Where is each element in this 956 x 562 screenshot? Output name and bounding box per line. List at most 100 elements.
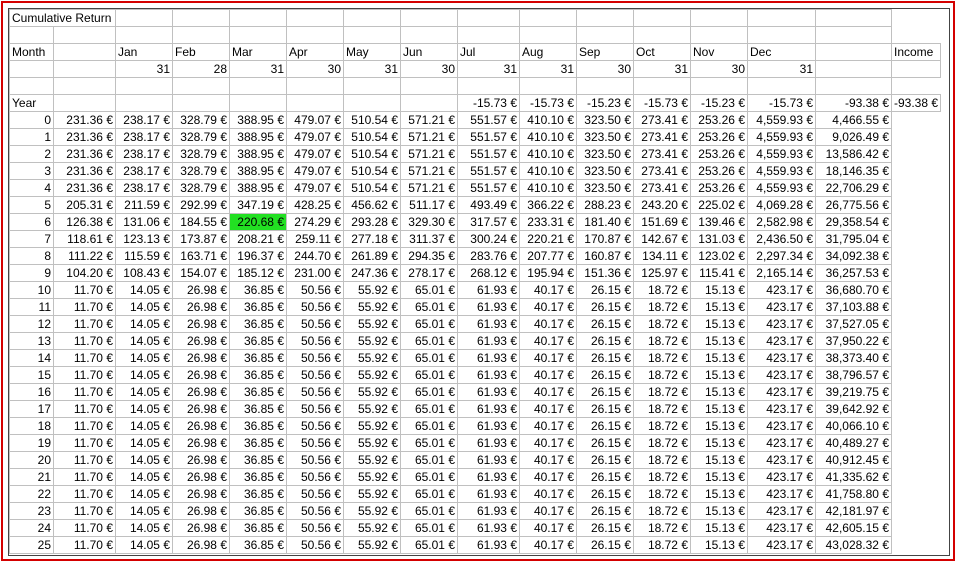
value-cell[interactable]: 50.56 € <box>286 349 344 367</box>
value-cell[interactable]: 347.19 € <box>229 196 287 214</box>
empty-cell[interactable] <box>172 26 230 44</box>
value-cell[interactable]: 26.15 € <box>576 349 634 367</box>
empty-cell[interactable] <box>9 60 54 78</box>
value-cell[interactable]: 238.17 € <box>115 179 173 197</box>
value-cell[interactable]: 36.85 € <box>229 383 287 401</box>
value-cell[interactable]: 410.10 € <box>519 179 577 197</box>
value-cell[interactable]: 243.20 € <box>633 196 691 214</box>
total-cell[interactable]: 4,559.93 € <box>747 128 816 146</box>
value-cell[interactable]: 55.92 € <box>343 298 401 316</box>
jan-cell[interactable]: 11.70 € <box>53 434 116 452</box>
empty-cell[interactable] <box>229 9 287 27</box>
jan-cell[interactable]: 11.70 € <box>53 536 116 554</box>
value-cell[interactable]: 410.10 € <box>519 128 577 146</box>
value-cell[interactable]: 14.05 € <box>115 298 173 316</box>
value-cell[interactable]: 55.92 € <box>343 536 401 554</box>
year-index-cell[interactable]: 25 <box>9 536 54 554</box>
value-cell[interactable]: 300.24 € <box>457 230 520 248</box>
empty-cell[interactable] <box>457 77 520 95</box>
value-cell[interactable]: 40.17 € <box>519 417 577 435</box>
days-cell[interactable]: 30 <box>690 60 748 78</box>
empty-cell[interactable] <box>343 77 401 95</box>
value-cell[interactable]: 231.00 € <box>286 264 344 282</box>
value-cell[interactable]: 65.01 € <box>400 417 458 435</box>
value-cell[interactable]: 238.17 € <box>115 128 173 146</box>
jan-cell[interactable]: 231.36 € <box>53 111 116 129</box>
year-cost-cell[interactable]: -15.73 € <box>457 94 520 112</box>
value-cell[interactable]: 220.21 € <box>519 230 577 248</box>
income-cell[interactable]: 37,950.22 € <box>815 332 892 350</box>
value-cell[interactable]: 15.13 € <box>690 281 748 299</box>
value-cell[interactable]: 61.93 € <box>457 366 520 384</box>
value-cell[interactable]: 328.79 € <box>172 145 230 163</box>
empty-cell[interactable] <box>576 9 634 27</box>
value-cell[interactable]: 26.15 € <box>576 383 634 401</box>
jan-cell[interactable]: 11.70 € <box>53 281 116 299</box>
value-cell[interactable]: 50.56 € <box>286 536 344 554</box>
month-header-jan[interactable]: Jan <box>115 43 173 61</box>
year-cost-cell[interactable] <box>229 94 287 112</box>
value-cell[interactable]: 15.13 € <box>690 519 748 537</box>
value-cell[interactable]: 15.13 € <box>690 366 748 384</box>
value-cell[interactable]: 55.92 € <box>343 451 401 469</box>
value-cell[interactable]: 26.15 € <box>576 366 634 384</box>
days-cell[interactable]: 31 <box>115 60 173 78</box>
value-cell[interactable]: 40.17 € <box>519 485 577 503</box>
value-cell[interactable]: 479.07 € <box>286 179 344 197</box>
value-cell[interactable]: 61.93 € <box>457 332 520 350</box>
value-cell[interactable]: 510.54 € <box>343 128 401 146</box>
jan-cell[interactable]: 11.70 € <box>53 451 116 469</box>
month-header-jun[interactable]: Jun <box>400 43 458 61</box>
value-cell[interactable]: 65.01 € <box>400 434 458 452</box>
value-cell[interactable]: 173.87 € <box>172 230 230 248</box>
value-cell[interactable]: 14.05 € <box>115 502 173 520</box>
value-cell[interactable]: 14.05 € <box>115 417 173 435</box>
value-cell[interactable]: 36.85 € <box>229 485 287 503</box>
value-cell[interactable]: 328.79 € <box>172 162 230 180</box>
empty-cell[interactable] <box>633 26 691 44</box>
empty-cell[interactable] <box>457 26 520 44</box>
month-header-mar[interactable]: Mar <box>229 43 287 61</box>
total-cell[interactable]: 4,559.93 € <box>747 111 816 129</box>
jan-cell[interactable]: 126.38 € <box>53 213 116 231</box>
jan-cell[interactable]: 11.70 € <box>53 519 116 537</box>
value-cell[interactable]: 211.59 € <box>115 196 173 214</box>
value-cell[interactable]: 40.17 € <box>519 332 577 350</box>
year-cost-cell[interactable] <box>115 94 173 112</box>
value-cell[interactable]: 14.05 € <box>115 485 173 503</box>
empty-cell[interactable] <box>53 43 116 61</box>
value-cell[interactable]: 50.56 € <box>286 468 344 486</box>
income-cell[interactable]: 39,642.92 € <box>815 400 892 418</box>
empty-cell[interactable] <box>53 94 116 112</box>
income-cell[interactable]: 37,527.05 € <box>815 315 892 333</box>
month-header-apr[interactable]: Apr <box>286 43 344 61</box>
empty-cell[interactable] <box>229 26 287 44</box>
value-cell[interactable]: 40.17 € <box>519 451 577 469</box>
value-cell[interactable]: 26.98 € <box>172 298 230 316</box>
value-cell[interactable]: 26.98 € <box>172 281 230 299</box>
year-cost-cell[interactable] <box>172 94 230 112</box>
value-cell[interactable]: 163.71 € <box>172 247 230 265</box>
value-cell[interactable]: 61.93 € <box>457 434 520 452</box>
value-cell[interactable]: 65.01 € <box>400 485 458 503</box>
value-cell[interactable]: 366.22 € <box>519 196 577 214</box>
value-cell[interactable]: 185.12 € <box>229 264 287 282</box>
empty-cell[interactable] <box>9 77 54 95</box>
month-header-feb[interactable]: Feb <box>172 43 230 61</box>
value-cell[interactable]: 26.98 € <box>172 468 230 486</box>
value-cell[interactable]: 26.15 € <box>576 315 634 333</box>
value-cell[interactable]: 40.17 € <box>519 519 577 537</box>
empty-cell[interactable] <box>519 9 577 27</box>
value-cell[interactable]: 26.98 € <box>172 502 230 520</box>
value-cell[interactable]: 123.02 € <box>690 247 748 265</box>
value-cell[interactable]: 571.21 € <box>400 128 458 146</box>
jan-cell[interactable]: 11.70 € <box>53 485 116 503</box>
jan-cell[interactable]: 11.70 € <box>53 383 116 401</box>
value-cell[interactable]: 328.79 € <box>172 128 230 146</box>
jan-cell[interactable]: 11.70 € <box>53 332 116 350</box>
value-cell[interactable]: 18.72 € <box>633 502 691 520</box>
jan-cell[interactable]: 11.70 € <box>53 400 116 418</box>
value-cell[interactable]: 283.76 € <box>457 247 520 265</box>
month-header-may[interactable]: May <box>343 43 401 61</box>
value-cell[interactable]: 65.01 € <box>400 536 458 554</box>
